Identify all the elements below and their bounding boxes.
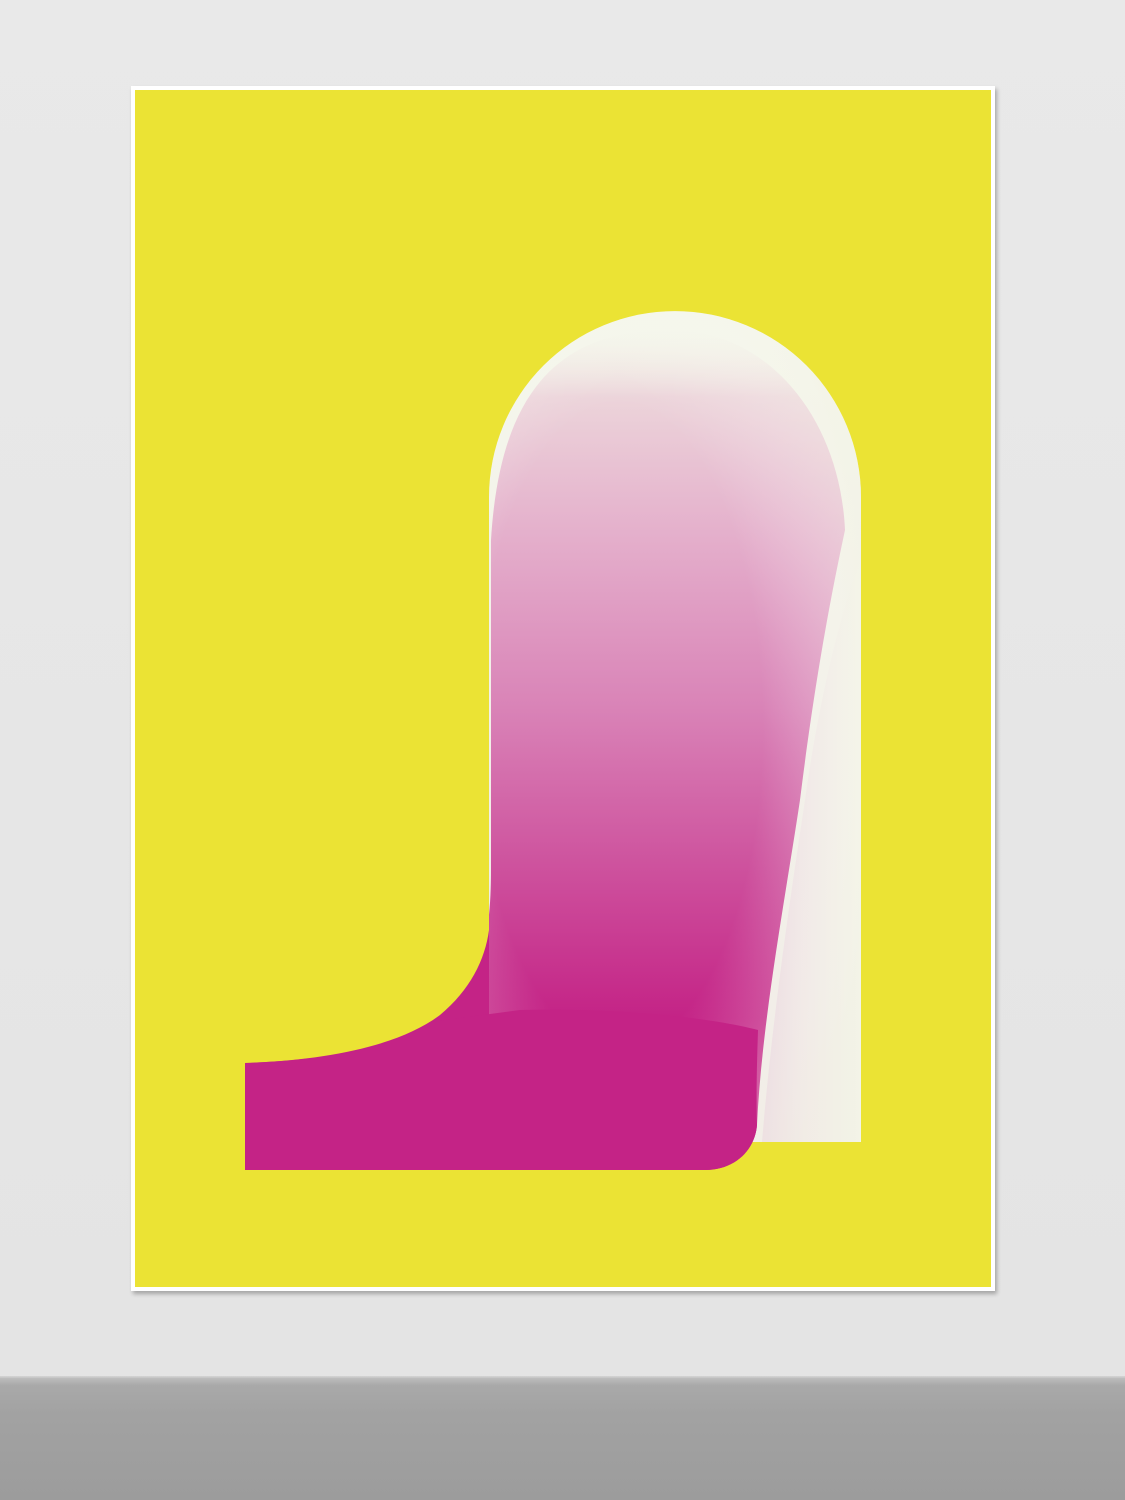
- gallery-scene: [0, 0, 1125, 1500]
- artwork-canvas: [135, 90, 991, 1287]
- gallery-floor: [0, 1378, 1125, 1500]
- artwork-frame: [131, 86, 995, 1291]
